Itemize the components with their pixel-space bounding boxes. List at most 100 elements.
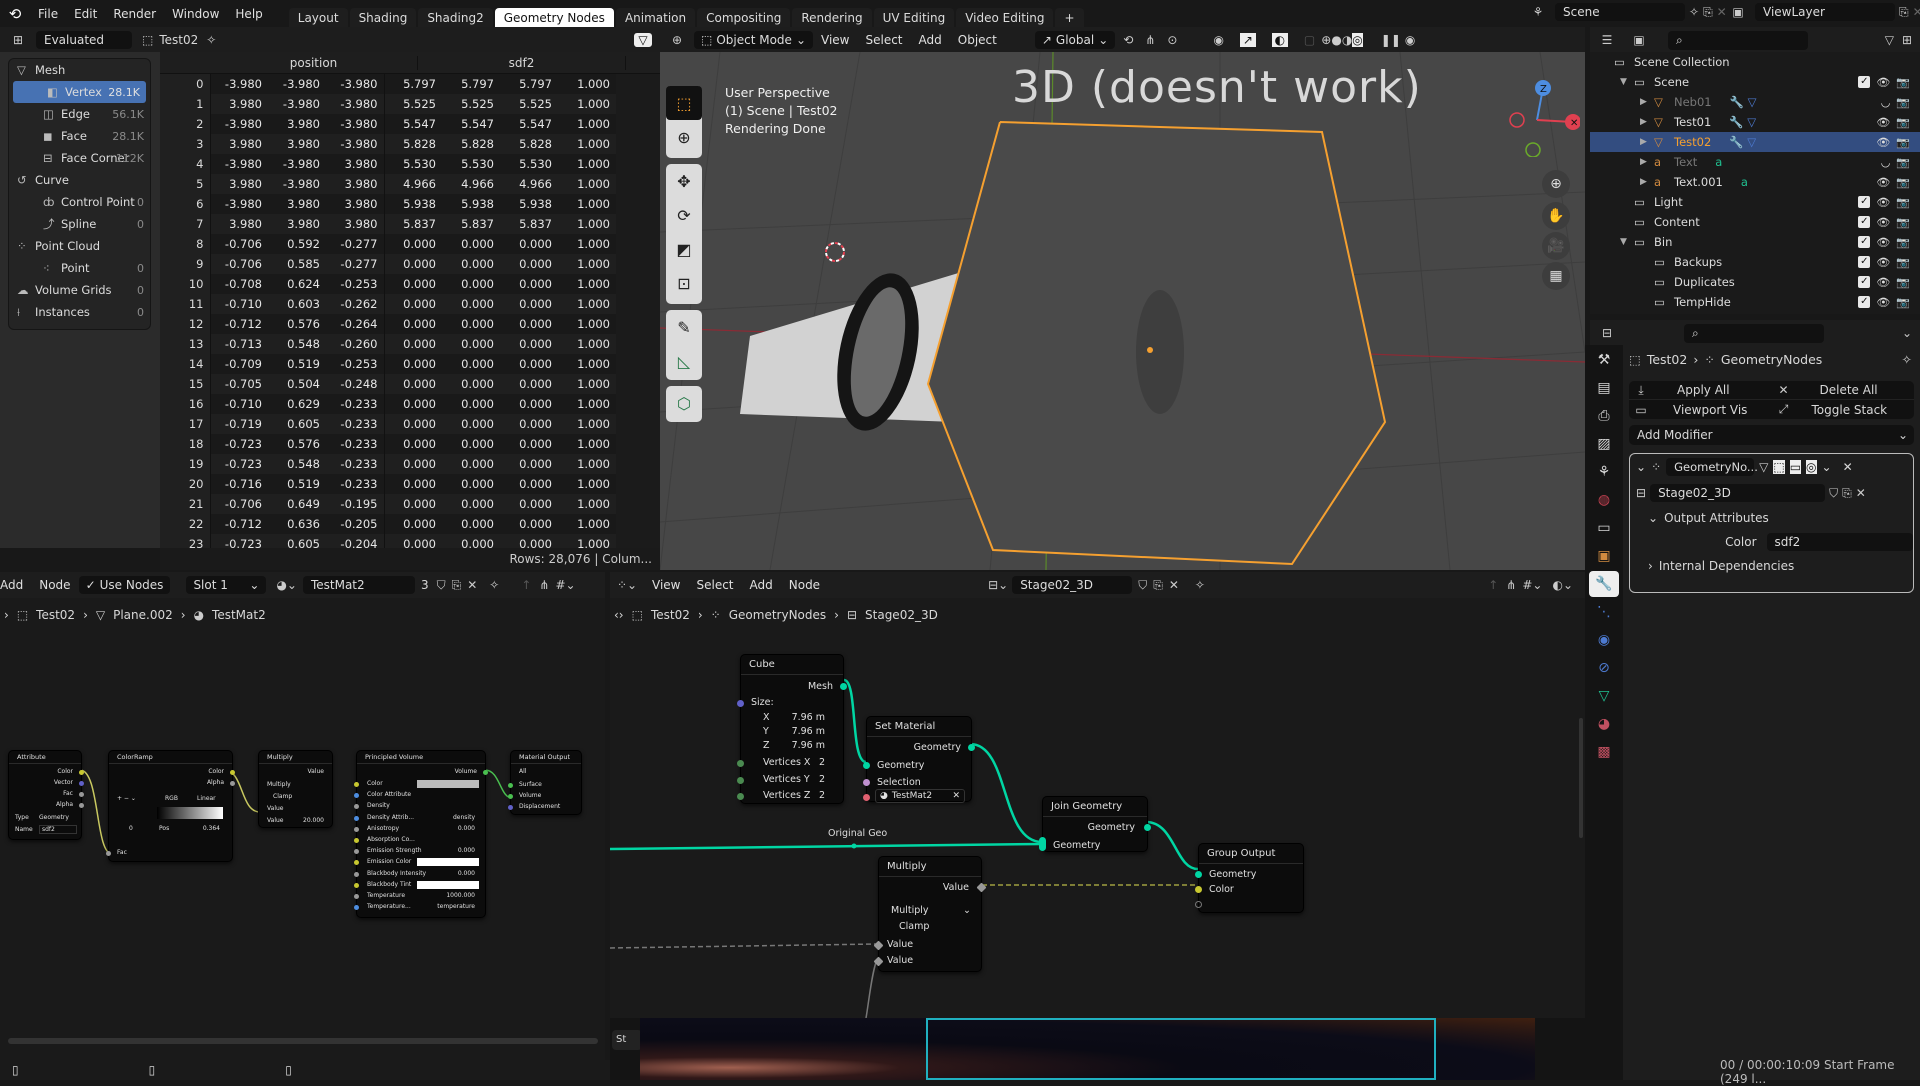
- render-camera-icon[interactable]: 📷: [1896, 76, 1910, 89]
- render-camera-icon[interactable]: 📷: [1896, 136, 1910, 149]
- render-camera-icon[interactable]: 📷: [1896, 256, 1910, 269]
- visibility-eye-icon[interactable]: 👁: [1876, 296, 1890, 309]
- principled-input-socket[interactable]: [354, 894, 359, 899]
- viewport-menu-view[interactable]: View: [813, 33, 857, 47]
- color-attribute-field[interactable]: sdf2: [1766, 533, 1913, 551]
- outliner-item-scene-collection[interactable]: ▭ Scene Collection: [1590, 52, 1920, 72]
- outliner-item-neb01[interactable]: ▶ ▽ Neb01 🔧 ▽ ◡ 📷: [1590, 92, 1920, 112]
- proportional-edit-icon[interactable]: ⊙: [1167, 33, 1177, 47]
- 3d-viewport[interactable]: Options ⬚ ⊕ ✥ ⟳ ◩ ⊡ ✎ ◺ ⬡ User Perspecti…: [660, 52, 1585, 570]
- text-data-icon[interactable]: a: [1715, 155, 1722, 169]
- render-camera-icon[interactable]: 📷: [1896, 296, 1910, 309]
- visibility-eye-icon[interactable]: 👁: [1876, 76, 1890, 89]
- outliner-item-backups[interactable]: ▭ Backups ✓ 👁 📷: [1590, 252, 1920, 272]
- node-group-field[interactable]: Stage02_3D: [1012, 576, 1133, 594]
- snap-grid-icon[interactable]: #⌄: [555, 578, 575, 592]
- dataset-face-corner[interactable]: ⊟ Face Corner 112K: [9, 147, 150, 169]
- principled-input-socket[interactable]: [354, 826, 359, 832]
- dataset-edge[interactable]: ◫ Edge 56.1K: [9, 103, 150, 125]
- visibility-eye-icon[interactable]: 👁: [1876, 116, 1890, 129]
- pin-icon[interactable]: ✧: [1689, 5, 1699, 19]
- visibility-eye-icon[interactable]: ◡: [1881, 156, 1891, 169]
- remove-modifier-icon[interactable]: ✕: [1843, 460, 1853, 474]
- node-tree-icon[interactable]: ⊟⌄: [988, 578, 1008, 592]
- outliner-item-text-001[interactable]: ▶ a Text.001 a 👁 📷: [1590, 172, 1920, 192]
- editor-type-icon[interactable]: ⊞: [0, 33, 36, 47]
- viewport-menu-select[interactable]: Select: [857, 33, 910, 47]
- dataset-spline[interactable]: ⤴ Spline 0: [9, 213, 150, 235]
- exclude-checkbox[interactable]: ✓: [1858, 196, 1871, 208]
- alpha-socket[interactable]: [79, 803, 84, 808]
- exclude-checkbox[interactable]: ✓: [1858, 76, 1871, 88]
- pin-icon[interactable]: ✧: [1902, 352, 1912, 367]
- menu-window[interactable]: Window: [164, 7, 227, 21]
- gizmo-neg-x-icon[interactable]: [1509, 112, 1525, 128]
- editor-type-icon[interactable]: ☰: [1590, 33, 1624, 47]
- collapse-icon[interactable]: ⌄: [1636, 460, 1646, 474]
- output-attributes-subpanel[interactable]: ⌄ Output Attributes: [1648, 506, 1913, 530]
- geometry-output-socket[interactable]: [968, 744, 975, 751]
- group-output-node[interactable]: Group Output Geometry Color: [1195, 843, 1304, 913]
- material-output-node[interactable]: Material Output All Surface Volume Displ…: [508, 750, 582, 815]
- principled-input-socket[interactable]: [354, 815, 359, 821]
- selected-strip[interactable]: [926, 1018, 1436, 1080]
- material-name-field[interactable]: TestMat2: [302, 576, 415, 594]
- dataset-volume-grids[interactable]: ☁ Volume Grids 0: [9, 279, 150, 301]
- tab-layout[interactable]: Layout: [288, 8, 348, 28]
- outliner-item-content[interactable]: ▭ Content ✓ 👁 📷: [1590, 212, 1920, 232]
- principled-input-socket[interactable]: [354, 838, 359, 843]
- sequencer-strip-panel[interactable]: St: [612, 1030, 642, 1050]
- view-layer-selector[interactable]: ViewLayer: [1755, 3, 1895, 21]
- duplicate-icon[interactable]: ⎘: [1842, 486, 1852, 501]
- shader-node-editor[interactable]: › ⬚ Test02 › ▽ Plane.002 › ◕ TestMat2 At…: [0, 598, 605, 1060]
- scale-tool[interactable]: ◩: [666, 232, 702, 266]
- exclude-checkbox[interactable]: ✓: [1858, 256, 1871, 268]
- color-swatch[interactable]: [417, 880, 479, 889]
- color-swatch[interactable]: [417, 780, 479, 788]
- dataset-point-cloud[interactable]: ⁘ Point Cloud: [9, 235, 150, 257]
- use-nodes-checkbox[interactable]: ✓ Use Nodes: [78, 576, 171, 594]
- visibility-icon[interactable]: ◉: [1405, 33, 1415, 47]
- snap-grid-icon[interactable]: #⌄: [1522, 578, 1542, 592]
- add-cube-tool[interactable]: ⬡: [666, 386, 702, 420]
- apply-all-button[interactable]: ⤓ Apply All: [1629, 383, 1772, 398]
- visibility-eye-icon[interactable]: 👁: [1876, 196, 1890, 209]
- principled-input-socket[interactable]: [354, 905, 359, 911]
- duplicate-icon[interactable]: ⎘: [452, 578, 462, 593]
- annotate-tool[interactable]: ✎: [666, 310, 702, 344]
- collection-tab-icon[interactable]: ▭: [1589, 515, 1619, 541]
- dataset-mesh[interactable]: ▽ Mesh: [9, 59, 150, 81]
- editor-type-icon[interactable]: ⁘⌄: [610, 578, 644, 592]
- render-camera-icon[interactable]: 📷: [1896, 236, 1910, 249]
- render-camera-icon[interactable]: 📷: [1896, 176, 1910, 189]
- reroute-dot[interactable]: [851, 843, 857, 849]
- vertices-z-socket[interactable]: [737, 793, 744, 800]
- node-tree-icon[interactable]: ⊟: [1636, 486, 1646, 500]
- display-mode-icon[interactable]: ▣: [1624, 33, 1654, 47]
- fake-user-icon[interactable]: ⛉: [1829, 486, 1838, 501]
- menu-edit[interactable]: Edit: [66, 7, 105, 21]
- outliner-item-scene[interactable]: ▼ ▭ Scene ✓ 👁 📷: [1590, 72, 1920, 92]
- toggle-stack-button[interactable]: ⤢ Toggle Stack: [1772, 402, 1915, 417]
- new-scene-icon[interactable]: ⎘: [1703, 5, 1713, 20]
- editor-type-icon[interactable]: ⊟: [1590, 326, 1624, 340]
- render-camera-icon[interactable]: 📷: [1896, 196, 1910, 209]
- outliner-item-temphide[interactable]: ▭ TempHide ✓ 👁 📷: [1590, 292, 1920, 312]
- chevron-down-icon[interactable]: ⌄: [963, 905, 971, 916]
- options-dropdown-icon[interactable]: ⌄: [1902, 326, 1912, 340]
- color-swatch[interactable]: [417, 858, 479, 867]
- world-tab-icon[interactable]: ◍: [1589, 487, 1619, 513]
- displacement-socket[interactable]: [508, 805, 513, 810]
- texture-tab-icon[interactable]: ▩: [1589, 739, 1619, 765]
- render-camera-icon[interactable]: 📷: [1896, 156, 1910, 169]
- move-tool[interactable]: ✥: [666, 164, 702, 198]
- outliner-item-bin[interactable]: ▼ ▭ Bin ✓ 👁 📷: [1590, 232, 1920, 252]
- principled-input-socket[interactable]: [354, 804, 359, 810]
- add-workspace-button[interactable]: +: [1055, 8, 1084, 28]
- add-modifier-dropdown[interactable]: Add Modifier ⌄: [1629, 425, 1914, 445]
- tab-uv-editing[interactable]: UV Editing: [873, 8, 955, 28]
- visibility-eye-icon[interactable]: 👁: [1876, 176, 1890, 189]
- constraints-tab-icon[interactable]: ⊘: [1589, 655, 1619, 681]
- horizontal-scrollbar[interactable]: [8, 1038, 598, 1044]
- menu-render[interactable]: Render: [105, 7, 164, 21]
